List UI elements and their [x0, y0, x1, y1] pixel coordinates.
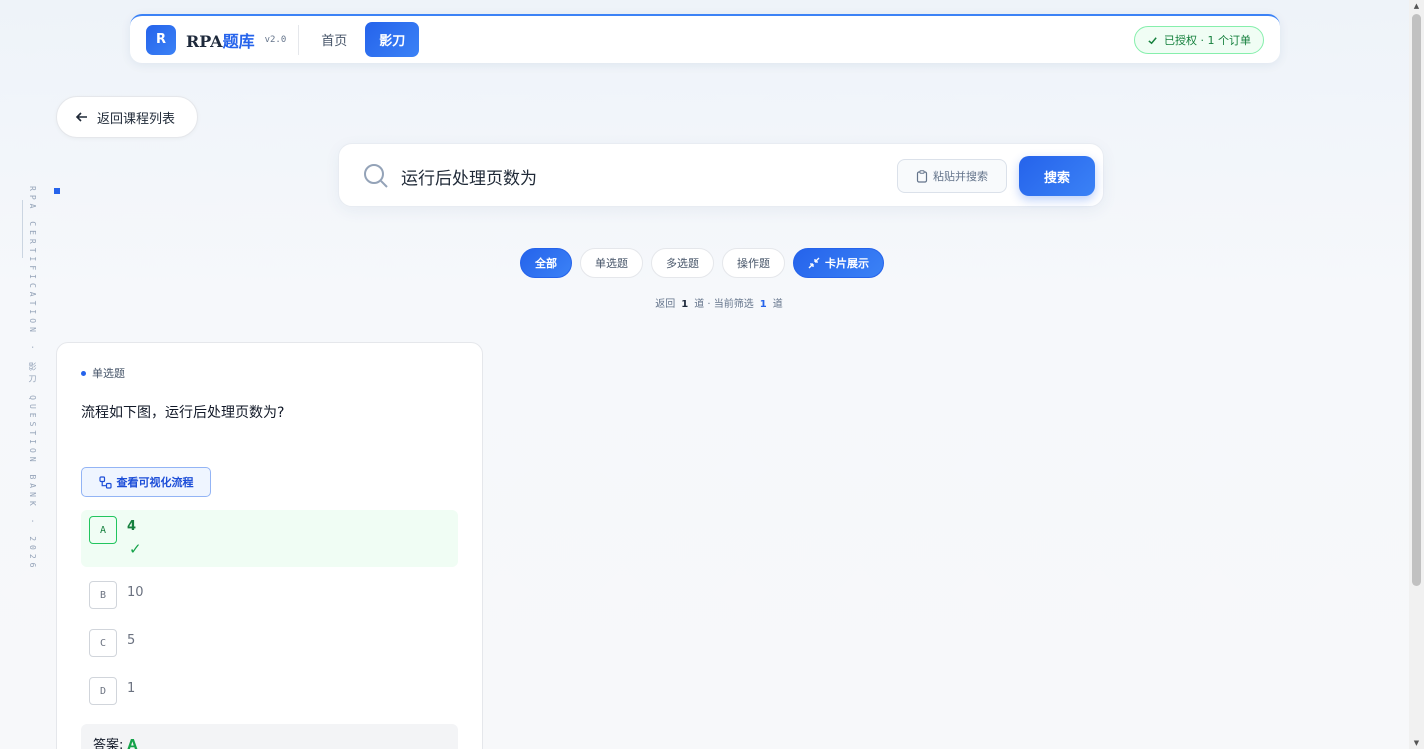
search-input[interactable]	[401, 160, 881, 192]
option-a[interactable]: A 4 ✓	[81, 510, 458, 567]
filter-operation[interactable]: 操作题	[722, 248, 785, 278]
view-flow-button[interactable]: 查看可视化流程	[81, 467, 211, 497]
back-to-courses-button[interactable]: 返回课程列表	[56, 96, 198, 138]
filter-single-choice[interactable]: 单选题	[580, 248, 643, 278]
card-view-toggle[interactable]: 卡片展示	[793, 248, 884, 278]
option-text: 5	[127, 633, 136, 648]
scroll-up-arrow-icon[interactable]: ▲	[1412, 2, 1421, 10]
page-scrollbar[interactable]: ▲ ▼	[1409, 0, 1424, 749]
question-text: 流程如下图，运行后处理页数为?	[81, 405, 285, 421]
option-letter: C	[89, 629, 117, 657]
question-type-label: 单选题	[92, 367, 125, 380]
arrow-left-icon	[75, 112, 87, 122]
scroll-down-arrow-icon[interactable]: ▼	[1412, 739, 1421, 747]
option-c[interactable]: C 5	[81, 627, 458, 659]
search-button[interactable]: 搜索	[1019, 156, 1095, 196]
flow-icon	[98, 475, 112, 489]
option-b[interactable]: B 10	[81, 579, 458, 611]
result-stats: 返回 1 道 · 当前筛选 1 道	[0, 295, 1424, 310]
question-type: 单选题	[81, 365, 125, 381]
search-icon	[364, 164, 388, 188]
option-d[interactable]: D 1	[81, 675, 458, 707]
version-label: v2.0	[264, 34, 287, 45]
check-icon	[1148, 36, 1157, 44]
license-badge: 已授权 · 1 个订单	[1134, 26, 1264, 54]
option-text: 10	[127, 585, 144, 600]
stats-returned-count: 1	[681, 299, 689, 310]
card-view-label: 卡片展示	[825, 257, 869, 270]
search-bar: 粘贴并搜索 搜索	[338, 143, 1104, 207]
correct-check-icon: ✓	[129, 540, 142, 558]
option-letter: A	[89, 516, 117, 544]
option-letter: D	[89, 677, 117, 705]
answer-box: 答案: A	[81, 724, 458, 749]
filter-multi-choice[interactable]: 多选题	[651, 248, 714, 278]
answer-label: 答案:	[93, 738, 124, 749]
brand-main: RPA	[186, 31, 223, 51]
filter-bar: 全部 单选题 多选题 操作题 卡片展示	[520, 248, 884, 278]
option-text: 1	[127, 681, 136, 696]
option-letter: B	[89, 581, 117, 609]
collapse-icon	[808, 257, 820, 269]
stats-mid: 道 · 当前筛选	[694, 299, 754, 310]
paste-search-button[interactable]: 粘贴并搜索	[897, 159, 1007, 193]
clipboard-icon	[916, 169, 928, 183]
nav-home[interactable]: 首页	[313, 23, 355, 56]
logo[interactable]: R	[146, 24, 176, 55]
license-text: 已授权 · 1 个订单	[1164, 34, 1251, 47]
stats-suffix: 道	[772, 299, 783, 310]
back-label: 返回课程列表	[97, 111, 176, 127]
top-nav-bar: R RPA题库 v2.0 首页 影刀 已授权 · 1 个订单	[130, 14, 1280, 63]
scroll-thumb[interactable]	[1412, 14, 1421, 586]
option-text: 4	[127, 519, 137, 534]
view-flow-label: 查看可视化流程	[116, 476, 194, 489]
paste-search-label: 粘贴并搜索	[933, 170, 988, 183]
side-vertical-text: RPA CERTIFICATION · 影刀 QUESTION BANK · 2…	[28, 186, 37, 572]
side-accent-square	[54, 188, 60, 194]
answer-value: A	[127, 738, 138, 749]
stats-prefix: 返回	[655, 299, 676, 310]
type-dot	[81, 370, 86, 376]
stats-filtered-count: 1	[759, 299, 767, 310]
nav-divider	[298, 24, 300, 55]
nav-yingdao[interactable]: 影刀	[365, 22, 420, 57]
brand-title[interactable]: RPA题库	[186, 28, 255, 52]
brand-highlight: 题库	[222, 31, 255, 51]
side-accent-line	[22, 200, 23, 258]
filter-all[interactable]: 全部	[520, 248, 572, 278]
question-card: 单选题 流程如下图，运行后处理页数为? 查看可视化流程 A 4 ✓ B 10 C…	[56, 342, 483, 749]
